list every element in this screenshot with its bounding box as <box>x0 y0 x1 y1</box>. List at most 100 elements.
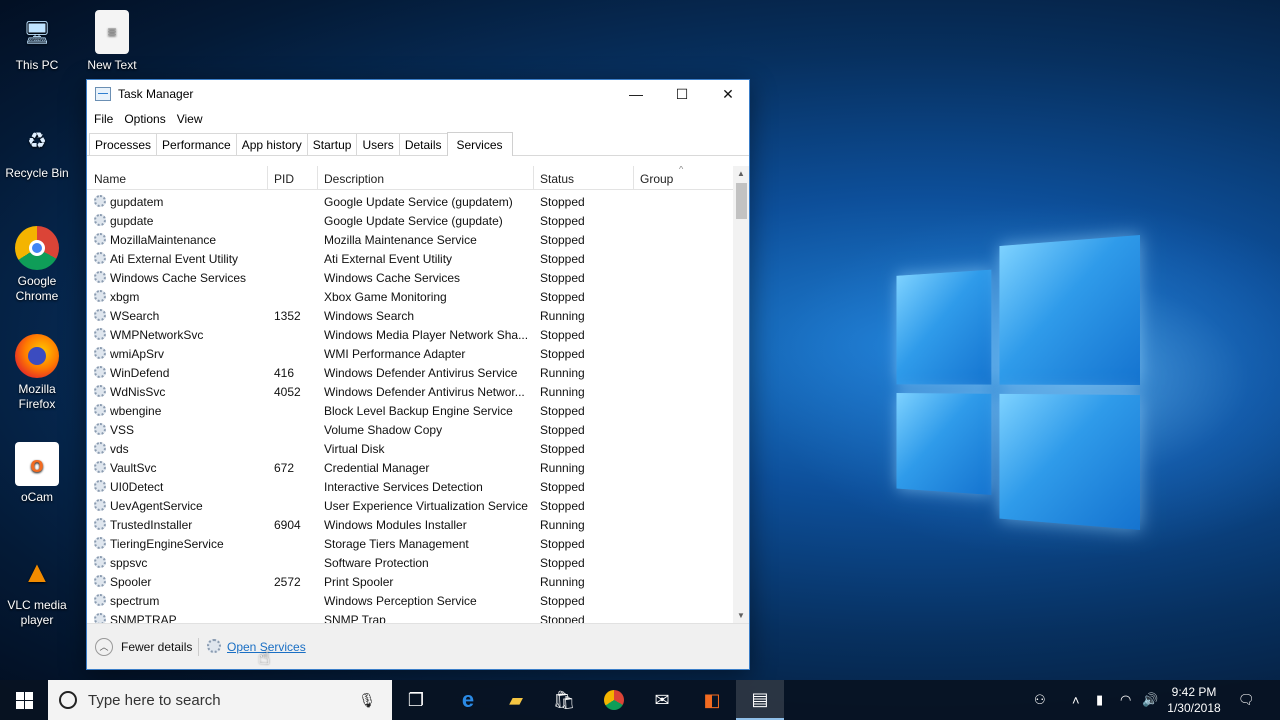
desktop-icon-label: New Text <box>87 58 137 72</box>
tab-processes[interactable]: Processes <box>89 133 158 155</box>
service-gear-icon <box>94 385 106 397</box>
tab-app-history[interactable]: App history <box>235 133 308 155</box>
column-header-status[interactable]: Status <box>540 172 574 186</box>
cell-status: Stopped <box>540 594 585 608</box>
show-hidden-icons-chevron-icon[interactable]: ˄ <box>1072 680 1080 720</box>
mail-icon[interactable]: ✉ <box>638 680 686 720</box>
footer-divider <box>198 638 199 656</box>
taskbar-search-box[interactable]: Type here to search 🎙 <box>48 680 392 720</box>
collapse-chevron-icon[interactable]: ︿ <box>95 638 113 656</box>
desktop-icon-label: Google Chrome <box>15 274 59 303</box>
desktop-icon-chrome[interactable]: Google Chrome <box>0 226 74 304</box>
service-gear-icon <box>94 404 106 416</box>
table-row[interactable]: gupdate Google Update Service (gupdate) St… <box>87 211 733 230</box>
task-manager-icon <box>95 87 111 101</box>
column-header-name[interactable]: Name <box>94 172 126 186</box>
maximize-button[interactable]: ☐ <box>659 80 705 108</box>
table-row[interactable]: xbgm Xbox Game Monitoring Stopped <box>87 287 733 306</box>
minimize-button[interactable]: — <box>613 80 659 108</box>
vertical-scrollbar[interactable]: ▲ ▼ <box>733 166 749 624</box>
people-icon[interactable]: ⚇ <box>1034 680 1046 720</box>
menu-view[interactable]: View <box>177 112 203 126</box>
table-row[interactable]: Spooler 2572 Print Spooler Running <box>87 572 733 591</box>
table-row[interactable]: UevAgentService User Experience Virtualiz… <box>87 496 733 515</box>
menu-file[interactable]: File <box>94 112 113 126</box>
desktop-icon-label: This PC <box>15 58 59 72</box>
desktop-icon-vlc[interactable]: ▲ VLC media player <box>0 550 74 628</box>
table-row[interactable]: TieringEngineService Storage Tiers Manage… <box>87 534 733 553</box>
cell-name: Ati External Event Utility <box>110 252 239 266</box>
ocam-taskbar-icon[interactable]: ◧ <box>688 680 736 720</box>
tab-users[interactable]: Users <box>356 133 400 155</box>
task-view-icon[interactable]: ❐ <box>392 680 440 720</box>
fewer-details-link[interactable]: Fewer details <box>121 640 192 654</box>
microphone-icon[interactable]: 🎙 <box>358 692 376 709</box>
table-row[interactable]: Windows Cache Services Windows Cache Serv… <box>87 268 733 287</box>
task-manager-taskbar-icon[interactable]: ▤ <box>736 680 784 720</box>
service-gear-icon <box>94 328 106 340</box>
cell-description: Storage Tiers Management <box>324 537 469 551</box>
store-icon[interactable]: 🛍 <box>540 680 588 720</box>
cell-description: Mozilla Maintenance Service <box>324 233 477 247</box>
table-row[interactable]: sppsvc Software Protection Stopped <box>87 553 733 572</box>
task-manager-window: Task Manager — ☐ ✕ File Options View Pro… <box>86 79 750 670</box>
close-button[interactable]: ✕ <box>705 80 751 108</box>
column-header-pid[interactable]: PID <box>274 172 294 186</box>
chrome-icon <box>15 226 59 270</box>
service-gear-icon <box>94 290 106 302</box>
volume-icon[interactable]: 🔊 <box>1142 680 1158 720</box>
network-icon[interactable]: ◠ <box>1120 680 1131 720</box>
table-row[interactable]: WdNisSvc 4052 Windows Defender Antivirus N… <box>87 382 733 401</box>
tab-startup[interactable]: Startup <box>306 133 358 155</box>
title-bar[interactable]: Task Manager — ☐ ✕ <box>87 80 749 108</box>
desktop-icon-recycle-bin[interactable]: ♻ Recycle Bin <box>0 118 74 181</box>
menu-options[interactable]: Options <box>124 112 165 126</box>
cell-name: spectrum <box>110 594 160 608</box>
service-gear-icon <box>94 594 106 606</box>
table-row[interactable]: wbengine Block Level Backup Engine Servic… <box>87 401 733 420</box>
table-row[interactable]: wmiApSrv WMI Performance Adapter Stopped <box>87 344 733 363</box>
desktop-icon-this-pc[interactable]: 🖥 This PC <box>0 10 74 73</box>
table-row[interactable]: UI0Detect Interactive Services Detection S… <box>87 477 733 496</box>
table-row[interactable]: TrustedInstaller 6904 Windows Modules Inst… <box>87 515 733 534</box>
taskbar: Type here to search 🎙 ❐ e ▰ 🛍 ✉ ◧ ▤ ⚇ ˄ … <box>0 680 1280 720</box>
table-row[interactable]: VaultSvc 672 Credential Manager Running <box>87 458 733 477</box>
cell-status: Running <box>540 366 585 380</box>
window-title: Task Manager <box>118 87 194 101</box>
cell-description: Credential Manager <box>324 461 430 475</box>
table-row[interactable]: MozillaMaintenance Mozilla Maintenance Se… <box>87 230 733 249</box>
table-row[interactable]: gupdatem Google Update Service (gupdatem)… <box>87 192 733 211</box>
cell-pid: 1352 <box>274 309 301 323</box>
cell-pid: 6904 <box>274 518 301 532</box>
desktop-icon-new-text[interactable]: ≡ New Text <box>75 10 149 73</box>
system-clock[interactable]: 9:42 PM 1/30/2018 <box>1166 684 1222 716</box>
services-gear-icon <box>207 639 221 653</box>
scroll-down-icon[interactable]: ▼ <box>733 608 749 624</box>
table-row[interactable]: spectrum Windows Perception Service Stoppe… <box>87 591 733 610</box>
column-header-group[interactable]: Group <box>640 172 673 186</box>
table-row[interactable]: VSS Volume Shadow Copy Stopped <box>87 420 733 439</box>
cell-name: Windows Cache Services <box>110 271 247 285</box>
scroll-up-icon[interactable]: ▲ <box>733 166 749 182</box>
battery-icon[interactable]: ▮ <box>1096 680 1103 720</box>
tab-performance[interactable]: Performance <box>156 133 237 155</box>
service-gear-icon <box>94 461 106 473</box>
table-row[interactable]: Ati External Event Utility Ati External E… <box>87 249 733 268</box>
table-row[interactable]: WMPNetworkSvc Windows Media Player Networ… <box>87 325 733 344</box>
tab-services[interactable]: Services <box>446 132 513 156</box>
table-row[interactable]: WSearch 1352 Windows Search Running <box>87 306 733 325</box>
table-row[interactable]: vds Virtual Disk Stopped <box>87 439 733 458</box>
desktop-icon-ocam[interactable]: o oCam <box>0 442 74 505</box>
column-header-description[interactable]: Description <box>324 172 384 186</box>
chrome-taskbar-icon[interactable] <box>590 680 638 720</box>
table-row[interactable]: SNMPTRAP SNMP Trap Stopped <box>87 610 733 624</box>
tab-details[interactable]: Details <box>398 133 448 155</box>
search-placeholder: Type here to search <box>88 691 221 709</box>
edge-icon[interactable]: e <box>444 680 492 720</box>
desktop-icon-firefox[interactable]: Mozilla Firefox <box>0 334 74 412</box>
start-button[interactable] <box>0 680 48 720</box>
scrollbar-thumb[interactable] <box>736 183 747 219</box>
table-row[interactable]: WinDefend 416 Windows Defender Antivirus S… <box>87 363 733 382</box>
file-explorer-icon[interactable]: ▰ <box>492 680 540 720</box>
action-center-icon[interactable]: 🗨 <box>1238 680 1255 720</box>
